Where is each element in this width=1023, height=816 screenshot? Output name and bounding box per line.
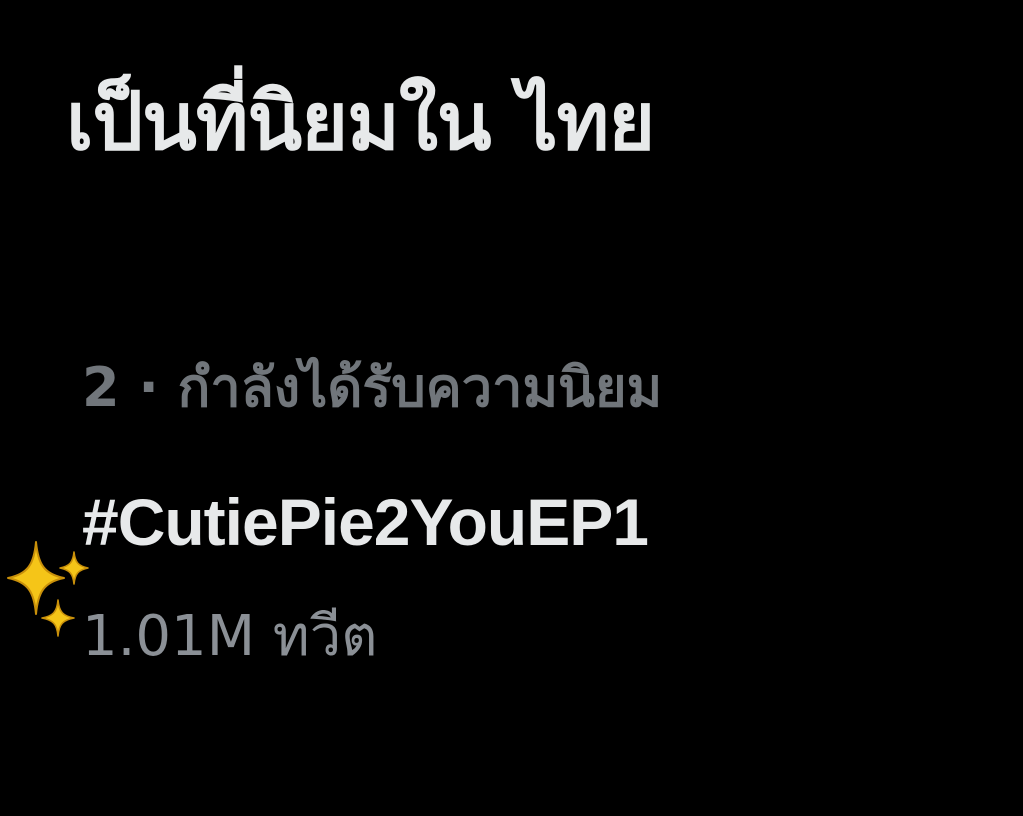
- sparkle-small-bottom: [41, 599, 75, 637]
- sparkle-small-top: [59, 551, 89, 585]
- trend-hashtag[interactable]: #CutiePie2YouEP1: [82, 486, 649, 559]
- section-title: เป็นที่นิยมใน ไทย: [66, 75, 655, 168]
- trend-rank-category: 2 · กำลังได้รับความนิยม: [82, 356, 663, 419]
- sparkle-large: [7, 541, 65, 615]
- tweet-count: 1.01M ทวีต: [82, 604, 378, 669]
